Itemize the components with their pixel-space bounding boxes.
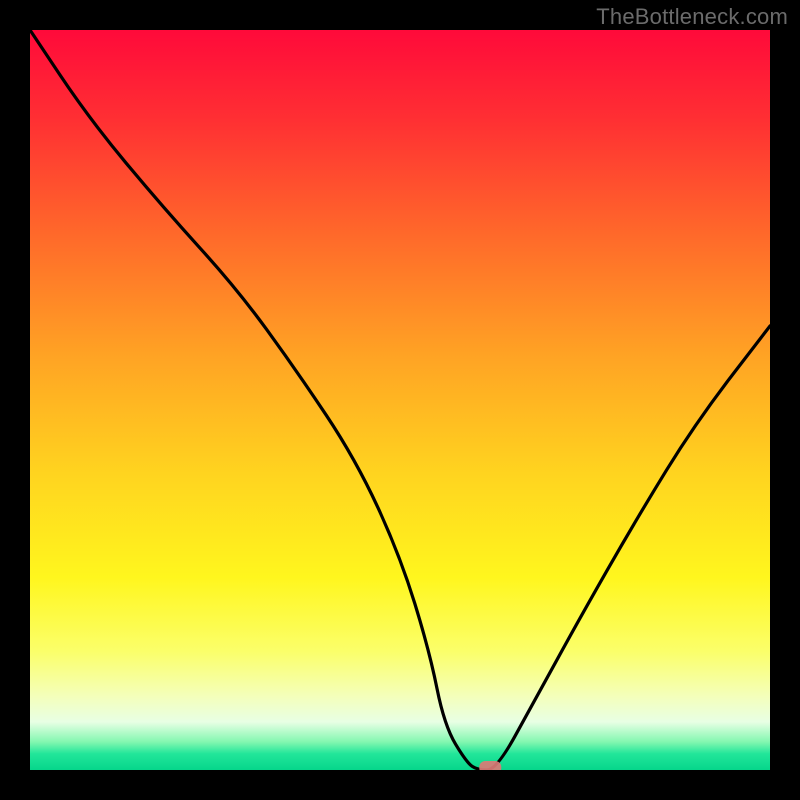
chart-layers xyxy=(30,30,770,770)
optimal-marker xyxy=(479,761,501,770)
chart-line-layer xyxy=(30,30,770,770)
chart-area xyxy=(30,30,770,770)
attribution-text: TheBottleneck.com xyxy=(596,4,788,30)
bottleneck-curve xyxy=(30,30,770,770)
